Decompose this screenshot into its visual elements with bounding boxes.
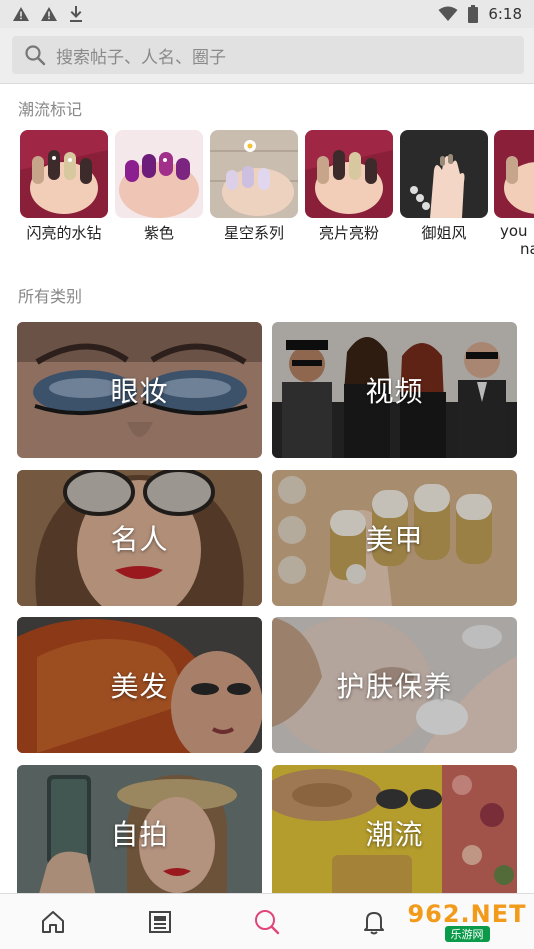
warning-icon [41, 7, 57, 21]
warning-icon [13, 7, 29, 21]
tag-label: 星空系列 [223, 224, 284, 242]
trending-tag-sequin[interactable]: 亮片亮粉 [305, 130, 393, 243]
search-placeholder: 搜索帖子、人名、圈子 [56, 47, 226, 68]
category-hair[interactable]: 美发 [17, 617, 262, 753]
trending-tag-starry[interactable]: 星空系列 [210, 130, 298, 243]
download-icon [70, 6, 82, 22]
nav-search[interactable] [214, 894, 321, 949]
category-nails[interactable]: 美甲 [272, 470, 517, 606]
tag-label-line2: na [520, 240, 534, 258]
tag-label: 亮片亮粉 [318, 224, 379, 242]
tag-label: 闪亮的水钻 [26, 224, 102, 242]
nav-home[interactable] [0, 894, 107, 949]
category-label: 美发 [110, 670, 169, 703]
category-label: 视频 [365, 375, 424, 408]
category-skincare[interactable]: 护肤保养 [272, 617, 517, 753]
tag-thumbnail [305, 130, 393, 218]
search-bar: 搜索帖子、人名、圈子 [0, 28, 534, 84]
tag-label: 紫色 [143, 224, 174, 242]
trending-tag-queen[interactable]: 御姐风 [400, 130, 488, 243]
tag-label: 御姐风 [421, 224, 467, 242]
trending-tag-rhinestone[interactable]: 闪亮的水钻 [20, 130, 108, 243]
tag-label: you [500, 222, 528, 240]
category-eye-makeup[interactable]: 眼妆 [17, 322, 262, 458]
watermark-bottom: 乐游网 [444, 926, 490, 942]
status-time: 6:18 [488, 5, 522, 23]
category-celebrity[interactable]: 名人 [17, 470, 262, 606]
trending-tag-partial[interactable]: you na [494, 130, 534, 258]
search-input[interactable]: 搜索帖子、人名、圈子 [12, 36, 524, 74]
watermark-top: 962.NET [407, 900, 527, 928]
trending-tags: 闪亮的水钻 紫色 星空系列 亮片亮粉 御姐风 you n [20, 130, 534, 265]
tag-thumbnail [210, 130, 298, 218]
category-label: 名人 [110, 523, 169, 556]
battery-icon [468, 5, 479, 23]
tag-thumbnail [494, 130, 534, 218]
tag-thumbnail [400, 130, 488, 218]
search-icon [254, 909, 280, 934]
category-label: 美甲 [365, 523, 424, 556]
category-label: 护肤保养 [336, 670, 453, 703]
status-bar: 6:18 [0, 0, 534, 28]
category-video[interactable]: 视频 [272, 322, 517, 458]
wifi-icon [438, 6, 458, 21]
watermark-logo: 962.NET 乐游网 [404, 896, 530, 946]
category-trend[interactable]: 潮流 [272, 765, 517, 901]
trending-tag-purple[interactable]: 紫色 [115, 130, 203, 243]
home-icon [42, 910, 65, 933]
notification-icon [363, 911, 384, 934]
nav-feed[interactable] [107, 894, 214, 949]
tag-thumbnail [115, 130, 203, 218]
search-icon [25, 45, 46, 66]
trending-section-title: 潮流标记 [18, 100, 83, 119]
category-label: 眼妆 [110, 375, 169, 408]
category-label: 潮流 [365, 818, 424, 851]
category-selfie[interactable]: 自拍 [17, 765, 262, 901]
categories-section-title: 所有类别 [18, 287, 83, 306]
feed-icon [149, 910, 172, 933]
tag-thumbnail [20, 130, 108, 218]
category-label: 自拍 [110, 818, 169, 851]
